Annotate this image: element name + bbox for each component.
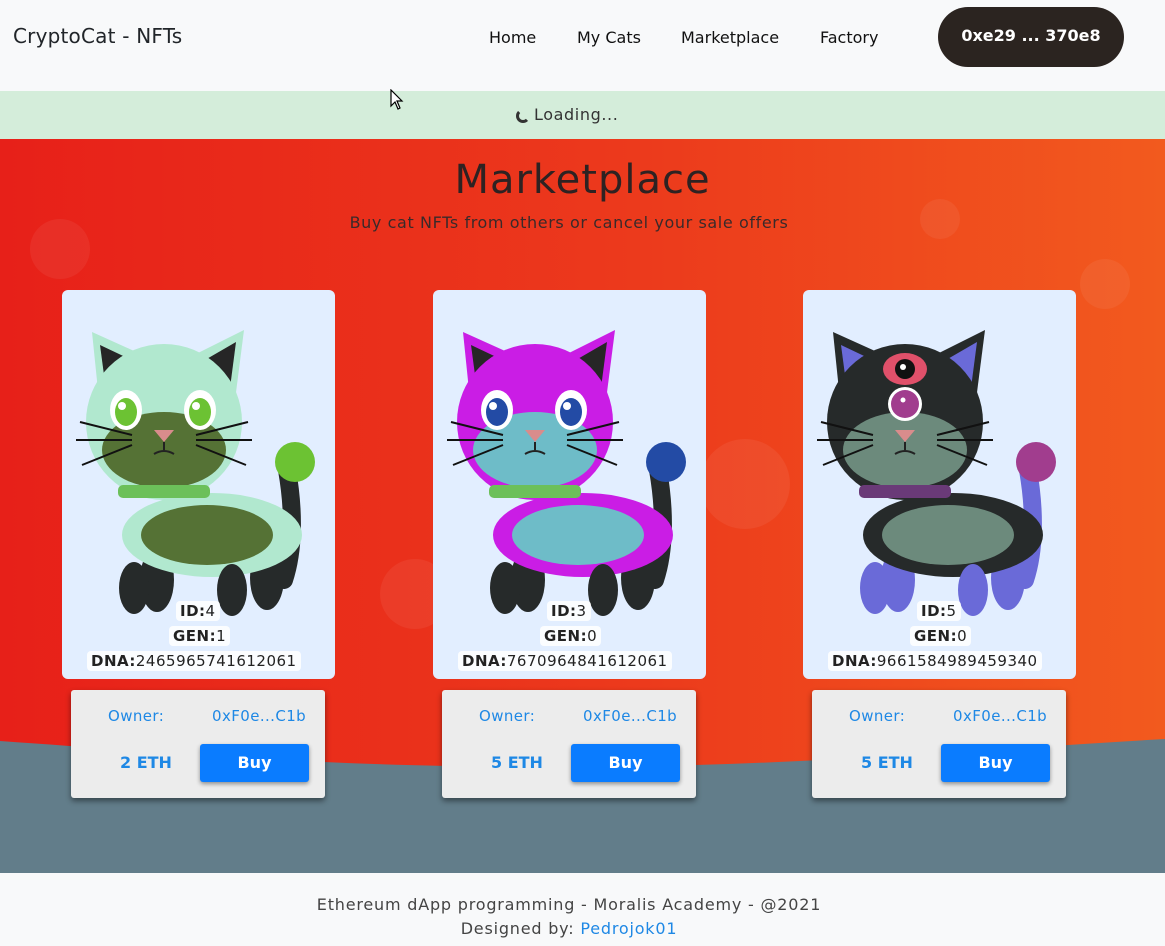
owner-label: Owner: bbox=[479, 707, 536, 725]
cat-card[interactable]: ID:3 GEN:0 DNA:7670964841612061 bbox=[433, 290, 706, 679]
owner-address[interactable]: 0xF0e...C1b bbox=[212, 707, 306, 725]
owner-address[interactable]: 0xF0e...C1b bbox=[953, 707, 1047, 725]
sale-box: Owner: 0xF0e...C1b 5 ETH Buy bbox=[812, 690, 1066, 798]
cat-card[interactable]: ID:4 GEN:1 DNA:2465965741612061 bbox=[62, 290, 335, 679]
cat-dna: DNA:9661584989459340 bbox=[828, 651, 1042, 671]
cat-id: ID:3 bbox=[547, 601, 591, 621]
cat-gen: GEN:0 bbox=[540, 626, 602, 646]
nav-factory[interactable]: Factory bbox=[820, 28, 878, 47]
price: 5 ETH bbox=[861, 753, 913, 772]
decor-circle bbox=[700, 439, 790, 529]
footer-designed-by: Designed by: bbox=[460, 919, 575, 938]
spinner-icon bbox=[516, 109, 530, 123]
brand-title[interactable]: CryptoCat - NFTs bbox=[13, 24, 182, 48]
footer-credits: Ethereum dApp programming - Moralis Acad… bbox=[316, 895, 822, 914]
owner-label: Owner: bbox=[108, 707, 165, 725]
nav-my-cats[interactable]: My Cats bbox=[577, 28, 641, 47]
page-subtitle: Buy cat NFTs from others or cancel your … bbox=[349, 213, 789, 232]
cat-card[interactable]: ID:5 GEN:0 DNA:9661584989459340 bbox=[803, 290, 1076, 679]
cat-dna: DNA:2465965741612061 bbox=[87, 651, 301, 671]
loading-text: Loading... bbox=[534, 105, 619, 124]
footer: Ethereum dApp programming - Moralis Acad… bbox=[0, 873, 1165, 946]
nav-home[interactable]: Home bbox=[489, 28, 536, 47]
owner-address[interactable]: 0xF0e...C1b bbox=[583, 707, 677, 725]
nav-marketplace[interactable]: Marketplace bbox=[681, 28, 779, 47]
cat-id: ID:4 bbox=[176, 601, 220, 621]
price: 5 ETH bbox=[491, 753, 543, 772]
cat-gen: GEN:1 bbox=[169, 626, 231, 646]
cat-dna: DNA:7670964841612061 bbox=[458, 651, 672, 671]
navbar: CryptoCat - NFTs Home My Cats Marketplac… bbox=[0, 0, 1165, 91]
sale-box: Owner: 0xF0e...C1b 2 ETH Buy bbox=[71, 690, 325, 798]
buy-button[interactable]: Buy bbox=[941, 744, 1050, 782]
marketplace-section: Marketplace Buy cat NFTs from others or … bbox=[0, 139, 1165, 873]
mouse-cursor-icon bbox=[390, 89, 404, 110]
loading-alert: Loading... bbox=[0, 91, 1165, 139]
owner-label: Owner: bbox=[849, 707, 906, 725]
buy-button[interactable]: Buy bbox=[571, 744, 680, 782]
price: 2 ETH bbox=[120, 753, 172, 772]
cat-gen: GEN:0 bbox=[910, 626, 972, 646]
page-title: Marketplace bbox=[454, 157, 711, 203]
author-link[interactable]: Pedrojok01 bbox=[580, 919, 677, 938]
decor-circle bbox=[1080, 259, 1130, 309]
sale-box: Owner: 0xF0e...C1b 5 ETH Buy bbox=[442, 690, 696, 798]
buy-button[interactable]: Buy bbox=[200, 744, 309, 782]
cat-id: ID:5 bbox=[917, 601, 961, 621]
wallet-address-button[interactable]: 0xe29 ... 370e8 bbox=[938, 7, 1124, 67]
